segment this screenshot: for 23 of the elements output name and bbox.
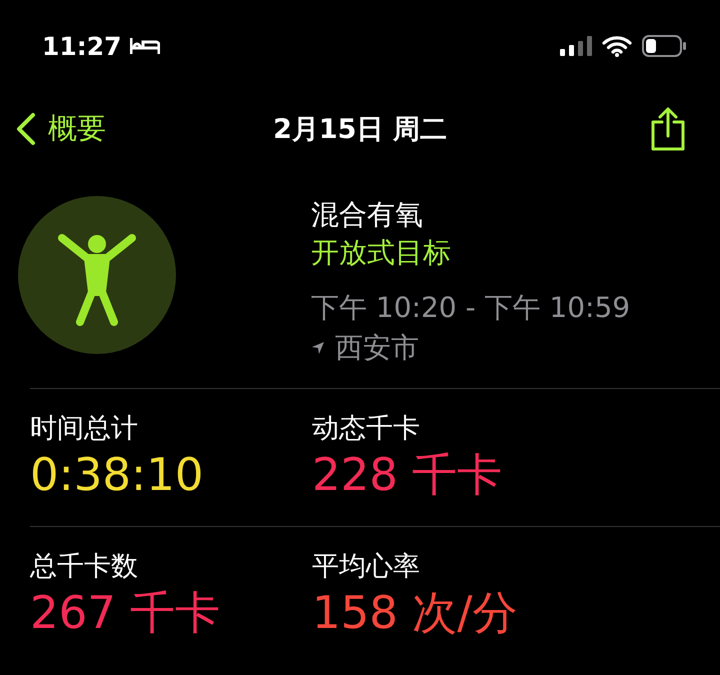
- location-arrow-icon: [311, 341, 325, 355]
- signal-icon: [560, 36, 592, 56]
- nav-title: 2月15日 周二: [273, 113, 447, 147]
- bed-icon: [130, 37, 160, 55]
- metric-value: 0:38:10: [30, 447, 204, 503]
- metric-label: 时间总计: [30, 412, 139, 446]
- wifi-icon: [602, 35, 632, 57]
- metric-value: 267 千卡: [30, 585, 222, 641]
- location: 西安市: [335, 330, 419, 366]
- metric-label: 动态千卡: [312, 412, 421, 446]
- status-time: 11:27: [42, 32, 122, 60]
- metric-label: 平均心率: [312, 550, 421, 584]
- time-range: 下午 10:20 - 下午 10:59: [311, 290, 630, 326]
- workout-icon: [18, 196, 176, 354]
- metric-label: 总千卡数: [30, 550, 139, 584]
- workout-name: 混合有氧: [311, 197, 424, 233]
- metric-value: 158 次/分: [312, 585, 518, 641]
- workout-goal: 开放式目标: [311, 235, 452, 271]
- chevron-icon: [16, 112, 36, 146]
- share-icon[interactable]: [650, 107, 686, 151]
- battery-icon: [642, 35, 686, 57]
- metric-value: 228 千卡: [312, 447, 504, 503]
- back-button[interactable]: 概要: [16, 109, 106, 149]
